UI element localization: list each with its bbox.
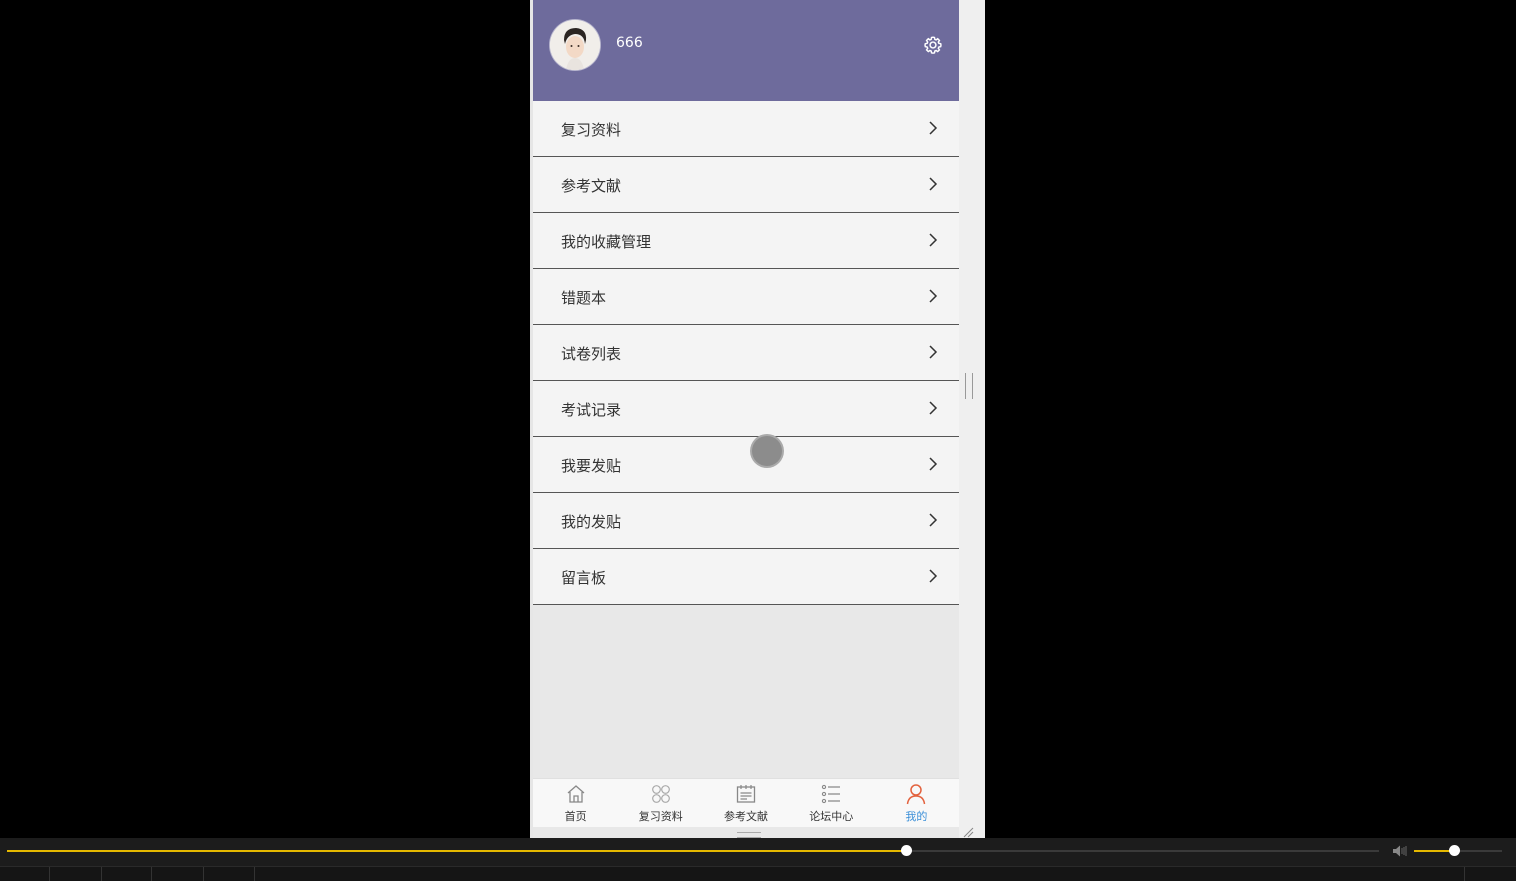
- menu-item-label: 我要发贴: [561, 457, 622, 475]
- phone-emulator: 666 复习资料 参考文献 我的收藏管理 错题本 试卷列表 考试记录 我要发贴 …: [530, 0, 985, 838]
- menu-item-label: 参考文献: [561, 177, 622, 195]
- settings-gear-icon[interactable]: [922, 34, 944, 56]
- grid-icon: [651, 785, 670, 803]
- progress-slider[interactable]: [7, 845, 1379, 856]
- progress-handle[interactable]: [900, 845, 912, 856]
- tab-home[interactable]: 首页: [533, 779, 618, 827]
- profile-header: 666: [533, 0, 959, 101]
- chevron-right-icon: [929, 233, 938, 247]
- chevron-right-icon: [929, 289, 938, 303]
- chevron-right-icon: [929, 401, 938, 415]
- menu-item-label: 我的发贴: [561, 513, 622, 531]
- chevron-right-icon: [929, 177, 938, 191]
- menu-item-new-post[interactable]: 我要发贴: [533, 437, 959, 493]
- timeline-segment[interactable]: [102, 867, 152, 881]
- tab-forum[interactable]: 论坛中心: [789, 779, 874, 827]
- home-icon: [567, 785, 585, 803]
- emulator-side-gutter: [959, 0, 985, 838]
- menu-item-message-board[interactable]: 留言板: [533, 549, 959, 605]
- volume-icon[interactable]: [1392, 844, 1408, 858]
- app-screen: 666 复习资料 参考文献 我的收藏管理 错题本 试卷列表 考试记录 我要发贴 …: [533, 0, 959, 838]
- menu-item-wrong-questions[interactable]: 错题本: [533, 269, 959, 325]
- document-icon: [736, 785, 756, 803]
- timeline-segments: [0, 866, 1516, 881]
- timeline-segment[interactable]: [0, 867, 50, 881]
- volume-slider[interactable]: [1414, 845, 1502, 856]
- tab-my-profile[interactable]: 我的: [874, 779, 959, 827]
- avatar[interactable]: [550, 20, 600, 70]
- menu-item-references[interactable]: 参考文献: [533, 157, 959, 213]
- tab-label: 复习资料: [638, 810, 683, 823]
- username: 666: [616, 35, 643, 51]
- menu-item-review-materials[interactable]: 复习资料: [533, 101, 959, 157]
- volume-fill: [1414, 850, 1454, 852]
- menu-item-label: 试卷列表: [561, 345, 622, 363]
- avatar-image: [550, 20, 600, 70]
- menu-item-label: 复习资料: [561, 121, 622, 139]
- user-icon: [907, 784, 926, 805]
- chevron-right-icon: [929, 121, 938, 135]
- chevron-right-icon: [929, 457, 938, 471]
- tab-label: 参考文献: [724, 810, 768, 823]
- progress-fill: [7, 850, 906, 852]
- tab-label: 首页: [564, 810, 587, 823]
- menu-item-exam-records[interactable]: 考试记录: [533, 381, 959, 437]
- volume-handle[interactable]: [1448, 845, 1460, 856]
- bottom-tab-bar: 首页 复习资料 参考文献 论坛中心 我的: [533, 778, 959, 827]
- resize-corner-icon[interactable]: [962, 826, 974, 838]
- menu-item-exam-papers[interactable]: 试卷列表: [533, 325, 959, 381]
- timeline-segment[interactable]: [1464, 867, 1516, 881]
- video-player-controls: [0, 838, 1516, 881]
- resize-grip[interactable]: [965, 373, 973, 399]
- tab-label: 我的: [905, 810, 928, 823]
- chevron-right-icon: [929, 569, 938, 583]
- profile-menu: 复习资料 参考文献 我的收藏管理 错题本 试卷列表 考试记录 我要发贴 我的发贴…: [533, 101, 959, 605]
- timeline-segment[interactable]: [204, 867, 255, 881]
- menu-item-favorites[interactable]: 我的收藏管理: [533, 213, 959, 269]
- menu-item-label: 考试记录: [561, 401, 622, 419]
- menu-item-label: 我的收藏管理: [561, 233, 652, 251]
- list-icon: [822, 784, 841, 804]
- touch-cursor-indicator: [752, 436, 782, 466]
- tab-references[interactable]: 参考文献: [703, 779, 788, 827]
- menu-item-label: 错题本: [561, 289, 607, 307]
- menu-item-label: 留言板: [561, 569, 607, 587]
- tab-review-materials[interactable]: 复习资料: [618, 779, 703, 827]
- chevron-right-icon: [929, 513, 938, 527]
- timeline-segment[interactable]: [50, 867, 102, 881]
- chevron-right-icon: [929, 345, 938, 359]
- menu-item-my-posts[interactable]: 我的发贴: [533, 493, 959, 549]
- timeline-segment[interactable]: [152, 867, 204, 881]
- tab-label: 论坛中心: [809, 810, 854, 823]
